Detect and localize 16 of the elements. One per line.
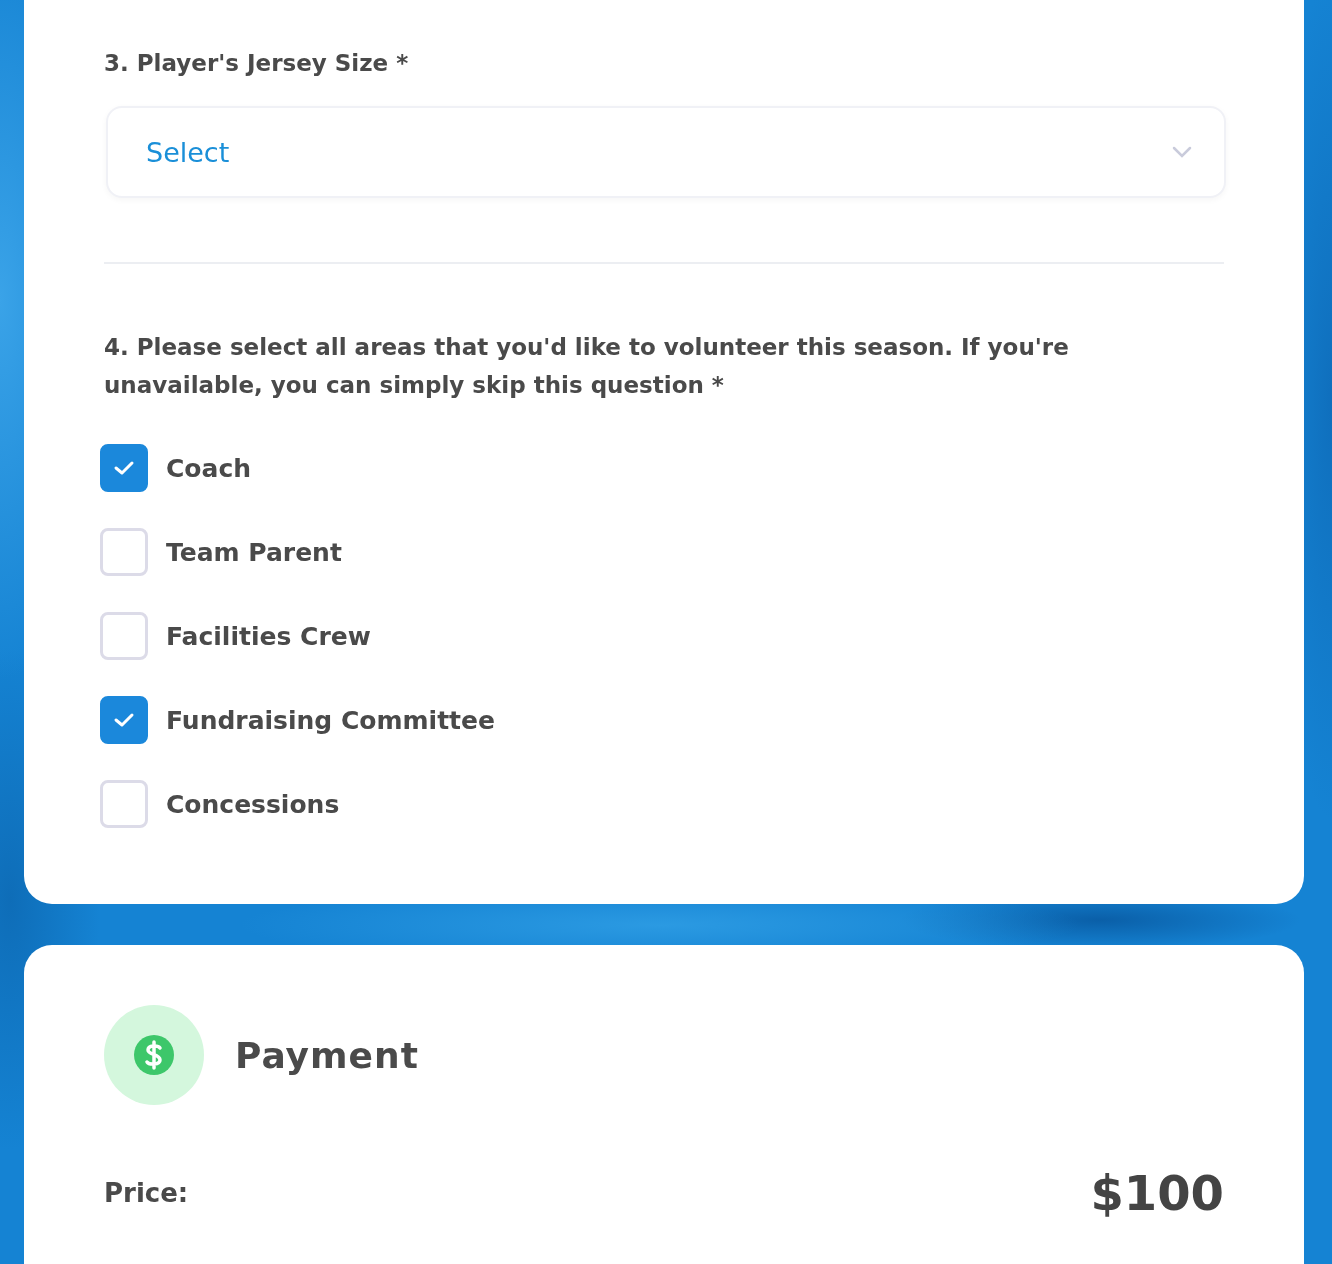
option-label: Concessions — [166, 789, 340, 819]
section-title: Payment — [235, 1034, 419, 1076]
option-label: Team Parent — [166, 537, 342, 567]
question-label: 3. Player's Jersey Size * — [104, 49, 410, 78]
jersey-size-dropdown[interactable]: Select — [106, 106, 1226, 198]
option-label: Facilities Crew — [166, 621, 371, 651]
price-label: Price: — [104, 1178, 189, 1208]
checkbox[interactable] — [100, 444, 148, 492]
chevron-down-icon — [1172, 146, 1192, 158]
price-value: $100 — [1090, 1165, 1224, 1221]
question-label: 4. Please select all areas that you'd like to volunteer this season. If you're unavailable, you can simply skip this question * — [104, 333, 1070, 400]
option-label: Fundraising Committee — [166, 705, 495, 735]
checkbox[interactable] — [100, 696, 148, 744]
check-icon — [113, 460, 135, 476]
option-label: Coach — [166, 453, 251, 483]
check-icon — [113, 712, 135, 728]
